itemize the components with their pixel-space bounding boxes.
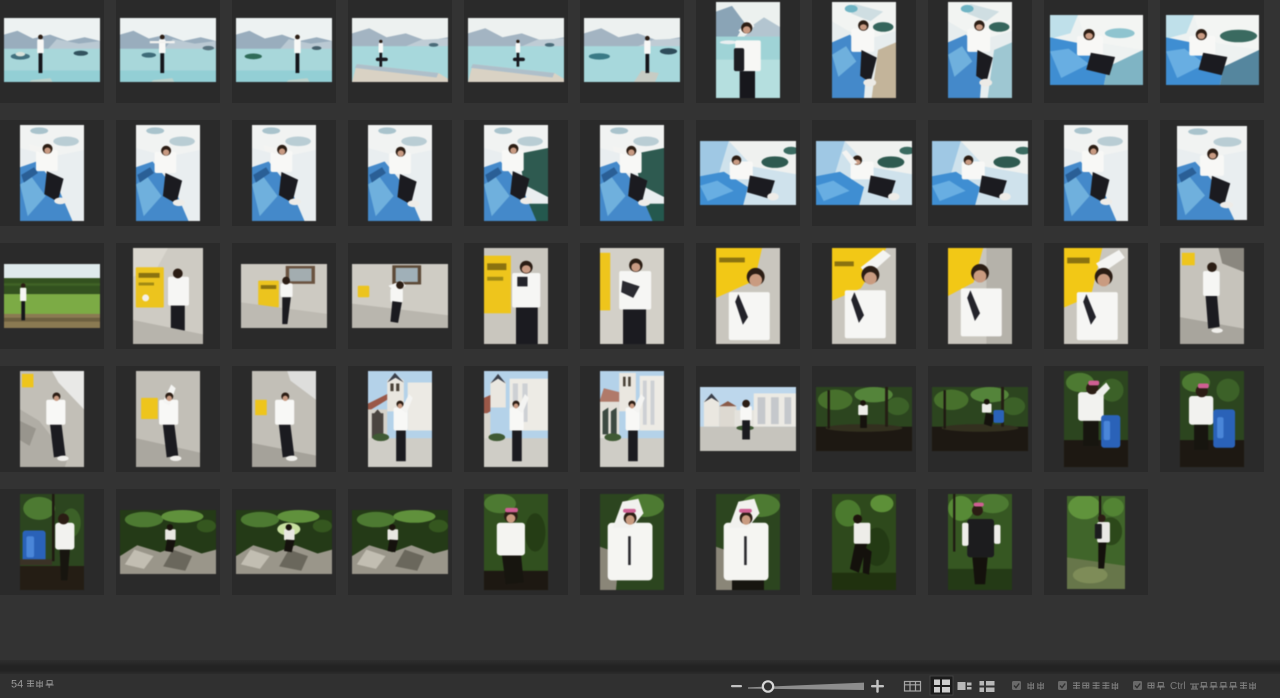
svg-text:Ctrl: Ctrl bbox=[1170, 681, 1186, 692]
svg-text:54: 54 bbox=[11, 679, 23, 691]
